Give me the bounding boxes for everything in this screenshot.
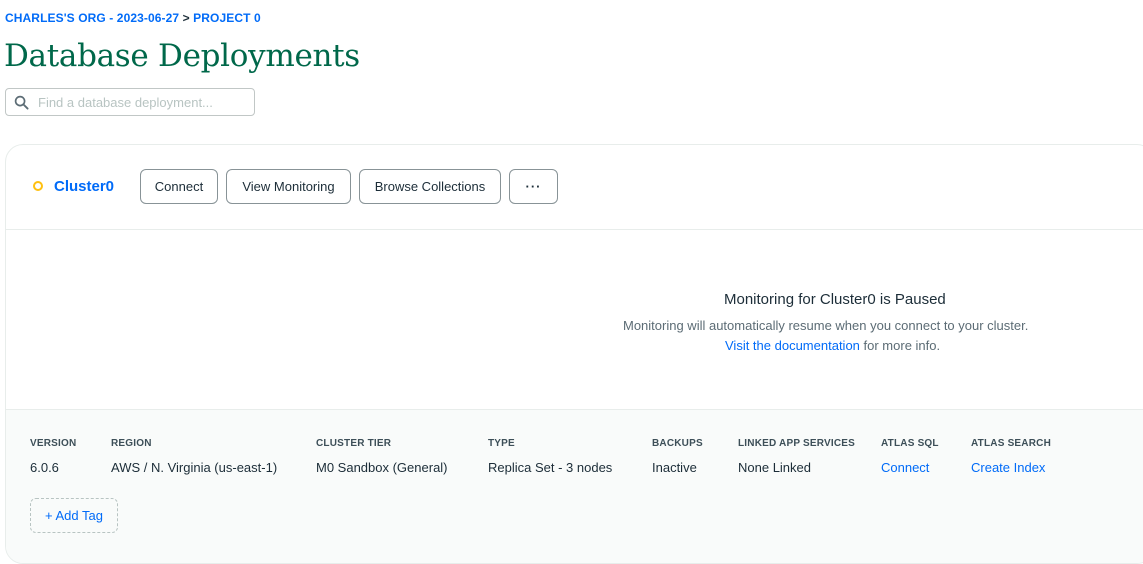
detail-label: CLUSTER TIER [316, 438, 392, 449]
breadcrumb: CHARLES'S ORG - 2023-06-27 > PROJECT 0 [5, 11, 261, 25]
detail-label: BACKUPS [652, 438, 703, 449]
detail-region: REGION AWS / N. Virginia (us-east-1) [111, 438, 277, 475]
detail-label: ATLAS SQL [881, 438, 939, 449]
detail-atlas-sql: ATLAS SQL Connect [881, 438, 939, 475]
monitoring-paused-title: Monitoring for Cluster0 is Paused [724, 291, 946, 308]
detail-value: None Linked [738, 460, 811, 475]
detail-version: VERSION 6.0.6 [30, 438, 76, 475]
search-input[interactable] [38, 94, 238, 110]
breadcrumb-org[interactable]: CHARLES'S ORG - 2023-06-27 [5, 11, 179, 25]
monitoring-doc-line: Visit the documentation for more info. [725, 338, 940, 353]
detail-type: TYPE Replica Set - 3 nodes [488, 438, 612, 475]
documentation-link[interactable]: Visit the documentation [725, 338, 860, 353]
monitoring-paused-panel: Monitoring for Cluster0 is Paused Monito… [6, 231, 1143, 409]
cluster-header: Cluster0 Connect View Monitoring Browse … [6, 145, 1143, 230]
cluster-details: VERSION 6.0.6 REGION AWS / N. Virginia (… [6, 409, 1143, 563]
cluster-name-link[interactable]: Cluster0 [54, 178, 114, 195]
documentation-suffix: for more info. [859, 338, 941, 353]
detail-value: Replica Set - 3 nodes [488, 460, 613, 475]
detail-label: LINKED APP SERVICES [738, 438, 855, 449]
breadcrumb-project[interactable]: PROJECT 0 [193, 11, 261, 25]
more-options-button[interactable]: ··· [509, 169, 558, 204]
detail-linked-app-services: LINKED APP SERVICES None Linked [738, 438, 855, 475]
detail-label: REGION [111, 438, 152, 449]
detail-label: VERSION [30, 438, 77, 449]
connect-button[interactable]: Connect [140, 169, 218, 204]
atlas-sql-connect-link[interactable]: Connect [881, 460, 939, 475]
detail-cluster-tier: CLUSTER TIER M0 Sandbox (General) [316, 438, 448, 475]
page-title: Database Deployments [4, 38, 360, 74]
cluster-status-icon [33, 181, 43, 191]
detail-atlas-search: ATLAS SEARCH Create Index [971, 438, 1051, 475]
detail-label: TYPE [488, 438, 515, 449]
monitoring-paused-subtitle: Monitoring will automatically resume whe… [623, 318, 1029, 333]
browse-collections-button[interactable]: Browse Collections [359, 169, 501, 204]
detail-value: AWS / N. Virginia (us-east-1) [111, 460, 278, 475]
create-index-link[interactable]: Create Index [971, 460, 1051, 475]
search-icon [14, 95, 29, 110]
breadcrumb-separator: > [182, 11, 190, 25]
view-monitoring-button[interactable]: View Monitoring [226, 169, 351, 204]
search-box[interactable] [5, 88, 255, 116]
add-tag-button[interactable]: + Add Tag [30, 498, 118, 533]
detail-label: ATLAS SEARCH [971, 438, 1051, 449]
detail-backups: BACKUPS Inactive [652, 438, 703, 475]
detail-value: Inactive [652, 460, 697, 475]
detail-value: M0 Sandbox (General) [316, 460, 448, 475]
cluster-card: Cluster0 Connect View Monitoring Browse … [5, 144, 1143, 564]
detail-value: 6.0.6 [30, 460, 59, 475]
